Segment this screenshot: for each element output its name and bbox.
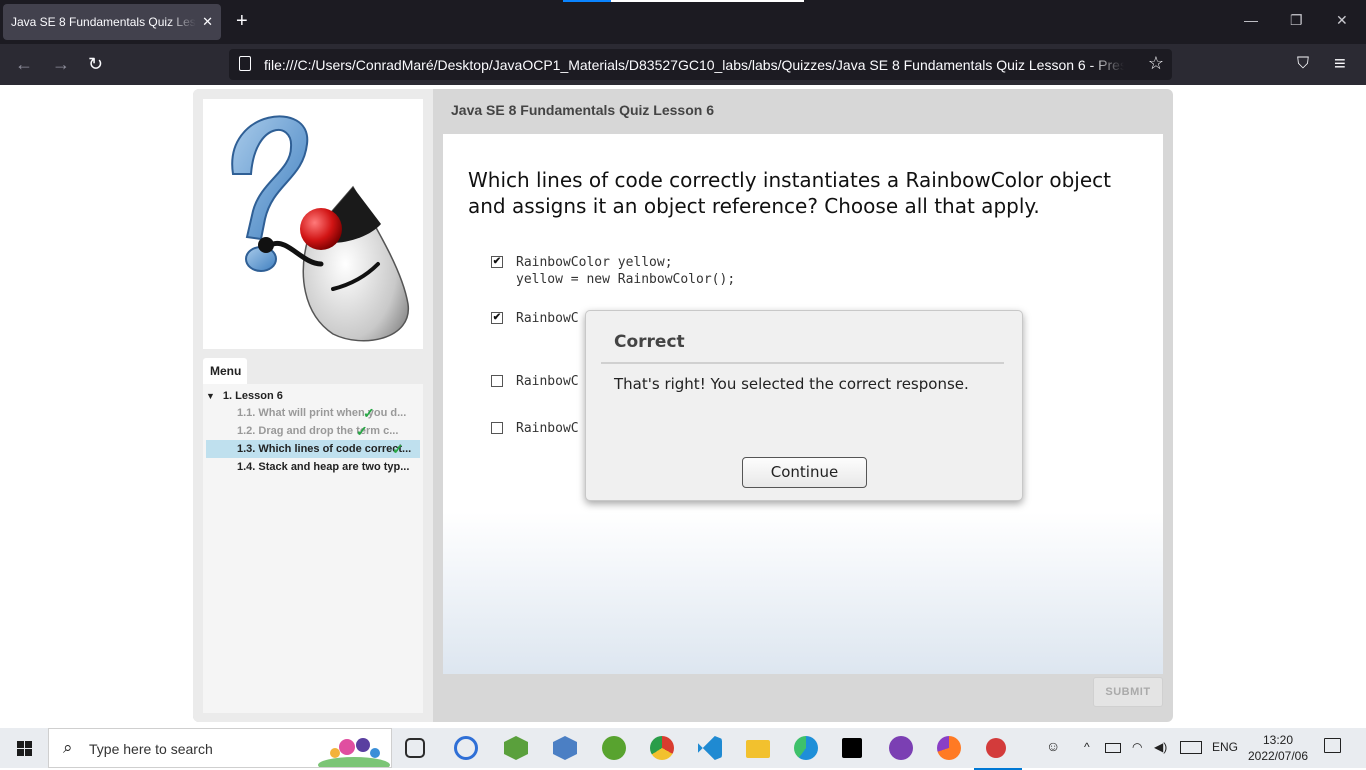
minimize-button[interactable]: — bbox=[1244, 12, 1258, 28]
node-icon[interactable] bbox=[504, 736, 528, 760]
notification-center-icon[interactable] bbox=[1324, 738, 1341, 753]
forward-button[interactable]: → bbox=[52, 54, 70, 74]
restore-button[interactable]: ❐ bbox=[1290, 12, 1303, 29]
pocket-icon[interactable]: ⛉ bbox=[1297, 54, 1309, 74]
menu-tab[interactable]: Menu bbox=[203, 358, 247, 384]
menu-item-1-1[interactable]: 1.1. What will print when you d... ✓ bbox=[206, 404, 420, 422]
option-code: RainbowC bbox=[516, 421, 579, 436]
search-placeholder: Type here to search bbox=[89, 741, 213, 757]
duke-question-mark-icon bbox=[231, 115, 409, 342]
search-highlight-art-icon bbox=[318, 736, 390, 767]
task-view-icon[interactable] bbox=[405, 738, 425, 758]
feedback-dialog: Correct That's right! You selected the c… bbox=[585, 310, 1023, 501]
reload-button[interactable]: ↻ bbox=[88, 54, 103, 74]
browser-nav-bar: ← → ↻ file:///C:/Users/ConradMaré/Deskto… bbox=[0, 44, 1366, 85]
browser-tab-bar: Java SE 8 Fundamentals Quiz Lesson 6 - P… bbox=[0, 0, 1366, 44]
completed-check-icon: ✓ bbox=[356, 423, 368, 439]
language-indicator[interactable]: ENG bbox=[1212, 740, 1238, 754]
people-icon[interactable]: ☺ bbox=[1046, 738, 1060, 754]
option-checkbox[interactable]: ✔ bbox=[491, 256, 503, 268]
lesson-label: 1. Lesson 6 bbox=[222, 390, 283, 402]
completed-check-icon: ✓ bbox=[363, 405, 375, 421]
expand-caret-icon[interactable]: ▼ bbox=[206, 391, 215, 401]
completed-check-icon: ✓ bbox=[392, 441, 404, 457]
submit-button[interactable]: SUBMIT bbox=[1093, 677, 1163, 707]
edge-icon[interactable] bbox=[794, 736, 818, 760]
loading-progress bbox=[563, 0, 804, 2]
show-hidden-icons-chevron[interactable]: ^ bbox=[1084, 740, 1090, 754]
wifi-icon[interactable]: ◠ bbox=[1132, 740, 1142, 754]
page-icon bbox=[239, 56, 251, 71]
clock-time: 13:20 bbox=[1262, 733, 1294, 747]
clock-date: 2022/07/06 bbox=[1247, 749, 1309, 763]
loading-progress-fill bbox=[563, 0, 611, 2]
close-tab-icon[interactable]: ✕ bbox=[202, 14, 213, 30]
chrome-icon[interactable] bbox=[650, 736, 674, 760]
menu-item-label: 1.1. What will print when you d... bbox=[237, 407, 407, 419]
window-close-button[interactable]: ✕ bbox=[1336, 12, 1348, 29]
dialog-title: Correct bbox=[614, 332, 685, 352]
battery-icon[interactable] bbox=[1105, 743, 1121, 753]
taskbar-search[interactable]: ⌕ Type here to search bbox=[48, 728, 392, 768]
start-button[interactable] bbox=[0, 728, 48, 768]
vscode-icon[interactable] bbox=[698, 736, 722, 760]
new-tab-button[interactable]: + bbox=[236, 11, 248, 31]
option-code: RainbowC bbox=[516, 311, 579, 326]
menu-item-label: 1.4. Stack and heap are two typ... bbox=[237, 461, 410, 473]
dialog-divider bbox=[601, 362, 1004, 364]
spring-icon[interactable] bbox=[602, 736, 626, 760]
menu-item-1-3[interactable]: 1.3. Which lines of code correct... ✓ bbox=[206, 440, 420, 458]
chat-icon[interactable] bbox=[454, 736, 478, 760]
option-checkbox[interactable] bbox=[491, 422, 503, 434]
github-desktop-icon[interactable] bbox=[889, 736, 913, 760]
dialog-message: That's right! You selected the correct r… bbox=[614, 375, 969, 393]
browser-tab[interactable]: Java SE 8 Fundamentals Quiz Lesson 6 - P… bbox=[3, 4, 221, 40]
intellij-icon[interactable] bbox=[842, 738, 862, 758]
windows-logo-icon bbox=[17, 741, 32, 756]
option-checkbox[interactable] bbox=[491, 375, 503, 387]
bookmark-star-icon[interactable]: ☆ bbox=[1148, 53, 1164, 74]
duke-logo bbox=[203, 99, 423, 349]
firefox-icon[interactable] bbox=[937, 736, 961, 760]
option-code: RainbowColor yellow; yellow = new Rainbo… bbox=[516, 255, 736, 287]
lesson-row[interactable]: ▼ 1. Lesson 6 bbox=[206, 390, 283, 402]
sidebar: Menu ▼ 1. Lesson 6 1.1. What will print w… bbox=[193, 89, 433, 722]
file-explorer-icon[interactable] bbox=[746, 740, 770, 758]
menu-item-label: 1.2. Drag and drop the term c... bbox=[237, 425, 399, 437]
question-text: Which lines of code correctly instantiat… bbox=[468, 168, 1111, 218]
menu-panel: ▼ 1. Lesson 6 1.1. What will print when y… bbox=[203, 384, 423, 713]
url-text: file:///C:/Users/ConradMaré/Desktop/Java… bbox=[264, 56, 1124, 73]
app-menu-button[interactable]: ≡ bbox=[1334, 54, 1346, 74]
clock[interactable]: 13:20 2022/07/06 bbox=[1244, 732, 1312, 764]
keyboard-icon[interactable] bbox=[1180, 741, 1202, 754]
volume-icon[interactable]: ◀) bbox=[1154, 740, 1167, 754]
menu-item-label: 1.3. Which lines of code correct... bbox=[237, 443, 412, 455]
tab-title: Java SE 8 Fundamentals Quiz Lesson 6 - P… bbox=[11, 15, 196, 29]
quiz-title: Java SE 8 Fundamentals Quiz Lesson 6 bbox=[451, 102, 714, 118]
search-icon: ⌕ bbox=[63, 738, 73, 757]
menu-item-1-4[interactable]: 1.4. Stack and heap are two typ... bbox=[206, 458, 420, 476]
menu-item-1-2[interactable]: 1.2. Drag and drop the term c... ✓ bbox=[206, 422, 420, 440]
option-code: RainbowC bbox=[516, 374, 579, 389]
taskbar: ⌕ Type here to search ☺ ^ ◠ ◀) ENG 13:20… bbox=[0, 728, 1366, 770]
url-bar[interactable]: file:///C:/Users/ConradMaré/Desktop/Java… bbox=[229, 49, 1172, 80]
back-button[interactable]: ← bbox=[15, 54, 33, 74]
virtualbox-icon[interactable] bbox=[553, 736, 577, 760]
option-checkbox[interactable]: ✔ bbox=[491, 312, 503, 324]
snipping-tool-icon[interactable] bbox=[974, 738, 1022, 770]
continue-button[interactable]: Continue bbox=[742, 457, 867, 488]
